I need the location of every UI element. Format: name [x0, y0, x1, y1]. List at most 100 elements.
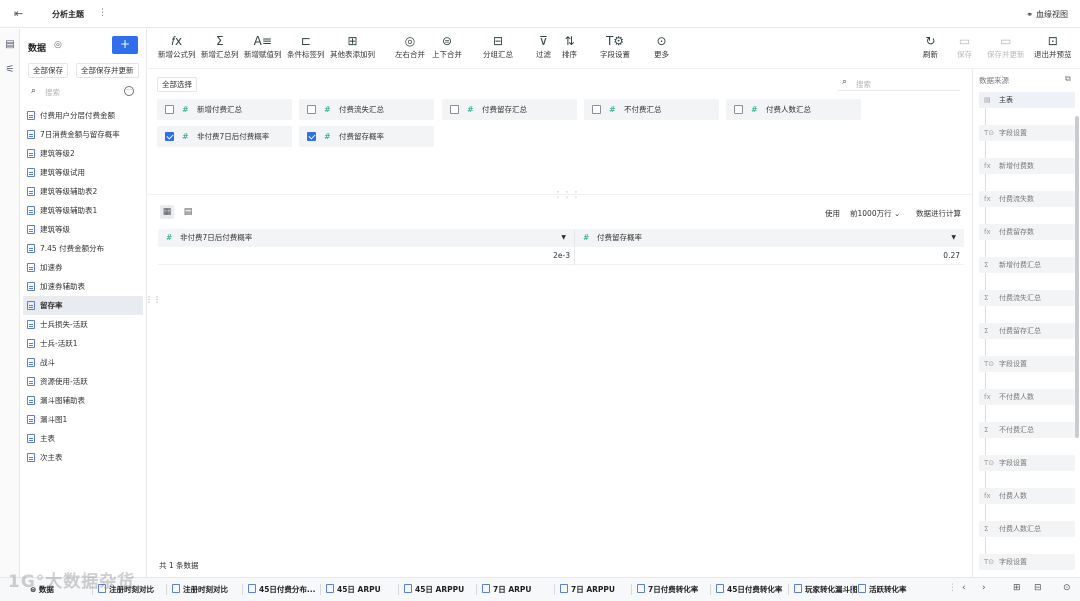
merge-top-bottom-button[interactable]: ⊜ 上下合并 — [432, 33, 462, 60]
step-item[interactable]: fx 不付费人数 — [979, 389, 1075, 405]
step-item[interactable]: fx 付费人数 — [979, 488, 1075, 504]
save-update-button[interactable]: ▭ 保存并更新 — [987, 33, 1025, 60]
field-checkbox[interactable] — [307, 132, 316, 141]
step-item[interactable]: fx 付费留存数 — [979, 224, 1075, 240]
table-list-item[interactable]: 建筑等级2 — [23, 144, 143, 163]
table-list-item[interactable]: 士兵损失-活跃 — [23, 315, 143, 334]
chevron-left-icon[interactable]: ‹ — [962, 583, 966, 593]
condition-tag-button[interactable]: ⊏ 条件标签列 — [287, 33, 325, 60]
exit-icon[interactable]: ⇤ — [14, 7, 28, 21]
save-all-update-button[interactable]: 全部保存并更新 — [76, 63, 139, 78]
field-checkbox[interactable] — [734, 105, 743, 114]
table-list-item[interactable]: 漏斗图1 — [23, 410, 143, 429]
column-header[interactable]: # 付费留存概率 ▼ — [575, 229, 964, 247]
step-item[interactable]: Σ 新增付费汇总 — [979, 257, 1075, 273]
dataset-icon[interactable]: ◎ — [54, 40, 62, 50]
sheet-tab[interactable]: 活跃转化率 — [858, 582, 907, 597]
add-formula-button[interactable]: 𝑓x 新增公式列 — [158, 33, 196, 60]
step-item[interactable]: T⊙ 字段设置 — [979, 125, 1075, 141]
table-list-item[interactable]: 士兵-活跃1 — [23, 334, 143, 353]
steps-scrollbar[interactable] — [1075, 116, 1079, 438]
step-item[interactable]: T⊙ 字段设置 — [979, 554, 1075, 570]
rows-select[interactable]: 前1000万行 ⌄ — [850, 208, 900, 219]
select-all-button[interactable]: 全部选择 — [157, 77, 197, 92]
collapse-up-icon[interactable]: ⊙ — [1063, 583, 1071, 593]
table-cell[interactable]: 0.27 — [575, 247, 964, 265]
data-nav-icon[interactable]: ▤ — [4, 39, 16, 51]
step-item[interactable]: Σ 付费人数汇总 — [979, 521, 1075, 537]
table-list-item[interactable]: 建筑等级 — [23, 220, 143, 239]
step-item[interactable]: Σ 付费留存汇总 — [979, 323, 1075, 339]
step-item[interactable]: T⊙ 字段设置 — [979, 356, 1075, 372]
add-table-button[interactable]: + — [112, 36, 138, 54]
add-other-table-column-button[interactable]: ⊞ 其他表添加列 — [330, 33, 375, 60]
field-chip[interactable]: # 不付费汇总 — [584, 99, 719, 120]
more-vertical-icon[interactable]: ⋮ — [98, 8, 107, 18]
sort-button[interactable]: ⇅ 排序 — [562, 33, 577, 60]
group-summary-button[interactable]: ⊟ 分组汇总 — [483, 33, 513, 60]
table-list-item[interactable]: 建筑等级试用 — [23, 163, 143, 182]
sheet-tab[interactable]: 玩家转化漏斗图 — [794, 582, 858, 597]
more-button[interactable]: ⊙ 更多 — [654, 33, 669, 60]
sheet-tab[interactable]: 45日 ARPPU — [404, 582, 464, 597]
field-chip[interactable]: # 付费留存概率 — [299, 126, 434, 147]
grid-view-icon[interactable]: ▦ — [160, 205, 174, 219]
tabs-scroll-handle[interactable]: ⋮ — [948, 583, 957, 593]
table-list-item[interactable]: 付费用户分层付费金额 — [23, 106, 143, 125]
field-search-input[interactable]: ⌕ 搜索 — [838, 77, 960, 91]
sheet-tab[interactable]: 7日 ARPU — [482, 582, 532, 597]
table-cell[interactable]: 2e-3 — [158, 247, 575, 265]
table-search-input[interactable]: ⌕ 搜索 — [28, 85, 116, 99]
add-assign-button[interactable]: A≡ 新增赋值列 — [244, 33, 282, 60]
table-list-item[interactable]: 次主表 — [23, 448, 143, 467]
caret-down-icon[interactable]: ▼ — [561, 229, 566, 247]
field-checkbox[interactable] — [592, 105, 601, 114]
sheet-tab[interactable]: 7日 ARPPU — [560, 582, 615, 597]
table-list-item[interactable]: 加速券 — [23, 258, 143, 277]
field-checkbox[interactable] — [165, 132, 174, 141]
step-item[interactable]: Σ 不付费汇总 — [979, 422, 1075, 438]
step-item[interactable]: fx 付费流失数 — [979, 191, 1075, 207]
step-item[interactable]: ▤ 主表 — [979, 92, 1075, 108]
merge-left-right-button[interactable]: ◎ 左右合并 — [395, 33, 425, 60]
table-list-item[interactable]: 漏斗图辅助表 — [23, 391, 143, 410]
field-checkbox[interactable] — [165, 105, 174, 114]
sheet-tab[interactable]: 45日付费转化率 — [716, 582, 782, 597]
table-list-item[interactable]: 加速券辅助表 — [23, 277, 143, 296]
more-options-icon[interactable]: ··· — [124, 86, 134, 96]
field-checkbox[interactable] — [450, 105, 459, 114]
table-list-item[interactable]: 建筑等级辅助表2 — [23, 182, 143, 201]
save-button[interactable]: ▭ 保存 — [957, 33, 972, 60]
table-view-icon[interactable]: ▤ — [181, 205, 195, 219]
save-all-button[interactable]: 全部保存 — [28, 63, 68, 78]
sheet-tab[interactable]: 45日 ARPU — [326, 582, 381, 597]
step-item[interactable]: Σ 付费流失汇总 — [979, 290, 1075, 306]
lineage-view-button[interactable]: ⚭ 血缘视图 — [1026, 9, 1068, 20]
table-list-item[interactable]: 战斗 — [23, 353, 143, 372]
table-list-item[interactable]: 建筑等级辅助表1 — [23, 201, 143, 220]
step-item[interactable]: fx 新增付费数 — [979, 158, 1075, 174]
field-chip[interactable]: # 付费人数汇总 — [726, 99, 861, 120]
expand-icon[interactable]: ⧉ — [1065, 74, 1071, 84]
config-nav-icon[interactable]: ⚟ — [4, 64, 16, 76]
field-chip[interactable]: # 付费流失汇总 — [299, 99, 434, 120]
sheet-tab[interactable]: 注册时刻对比 — [172, 582, 228, 597]
table-list-item[interactable]: 7日消费金额与留存概率 — [23, 125, 143, 144]
table-list-item[interactable]: 7.45 付费金额分布 — [23, 239, 143, 258]
exit-preview-button[interactable]: ⊡ 退出并预览 — [1034, 33, 1072, 60]
step-item[interactable]: T⊙ 字段设置 — [979, 455, 1075, 471]
table-list-item[interactable]: 资源使用-活跃 — [23, 372, 143, 391]
caret-down-icon[interactable]: ▼ — [951, 229, 956, 247]
add-dashboard-icon[interactable]: ⊟ — [1034, 583, 1042, 593]
sheet-tab[interactable]: 7日付费转化率 — [637, 582, 698, 597]
filter-button[interactable]: ⊽ 过滤 — [536, 33, 551, 60]
column-header[interactable]: # 非付费7日后付费概率 ▼ — [158, 229, 575, 247]
sheet-tab[interactable]: 45日付费分布... — [248, 582, 315, 597]
add-component-icon[interactable]: ⊞ — [1013, 583, 1021, 593]
table-list-item[interactable]: 主表 — [23, 429, 143, 448]
chevron-right-icon[interactable]: › — [982, 583, 986, 593]
field-chip[interactable]: # 新增付费汇总 — [157, 99, 292, 120]
refresh-button[interactable]: ↻ 刷新 — [923, 33, 938, 60]
field-checkbox[interactable] — [307, 105, 316, 114]
table-list-item[interactable]: 留存率 — [23, 296, 143, 315]
